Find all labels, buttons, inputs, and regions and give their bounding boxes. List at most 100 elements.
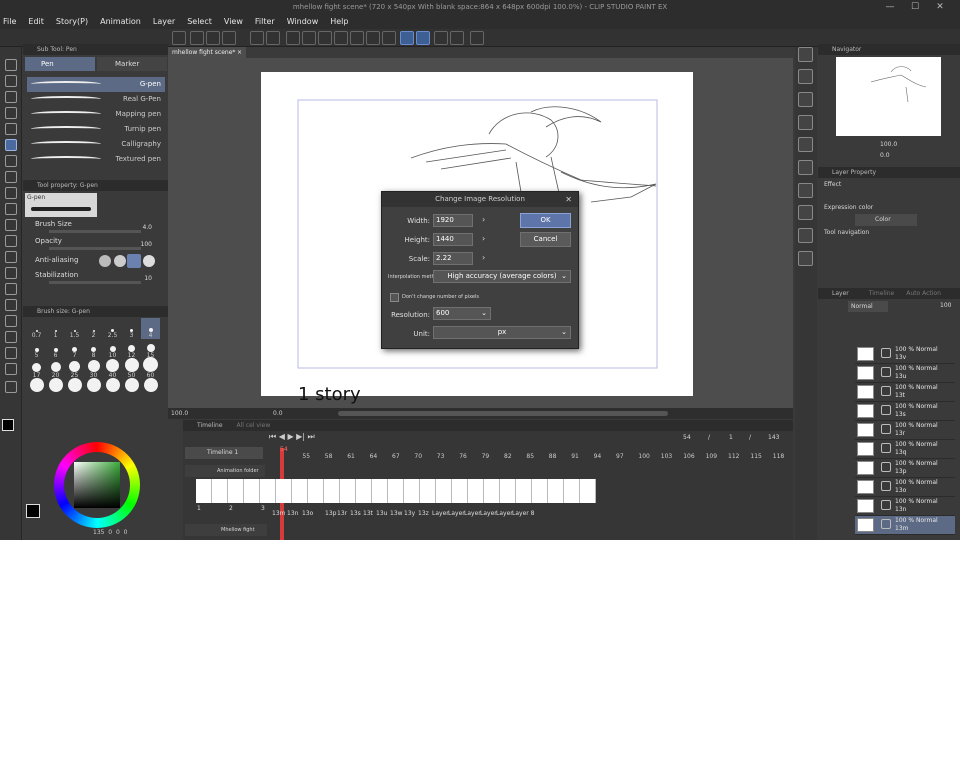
- zoom-icon[interactable]: [5, 59, 17, 71]
- timeline-frame-cell[interactable]: [516, 479, 532, 503]
- layer-row[interactable]: 100 % Normal 13p: [855, 459, 955, 478]
- balloon-icon[interactable]: [5, 347, 17, 359]
- timeline-frame-cell[interactable]: [244, 479, 260, 503]
- pencil-icon[interactable]: [5, 155, 17, 167]
- frame-border-icon[interactable]: [5, 299, 17, 311]
- open-icon[interactable]: [206, 31, 220, 45]
- timeline-frame-cell[interactable]: [372, 479, 388, 503]
- pen-item-real-g-pen[interactable]: Real G-Pen: [27, 92, 165, 107]
- save-icon[interactable]: [222, 31, 236, 45]
- brush-size-25[interactable]: 25: [65, 358, 84, 379]
- brush-size-120[interactable]: [84, 378, 103, 392]
- timeline-frame-cell[interactable]: [500, 479, 516, 503]
- brush-size-4[interactable]: 4: [141, 318, 160, 339]
- pen-item-g-pen[interactable]: G-pen: [27, 77, 165, 92]
- timeline-frame-cell[interactable]: [356, 479, 372, 503]
- timeline-frame-cell[interactable]: [468, 479, 484, 503]
- tab-marker[interactable]: Marker: [97, 57, 167, 71]
- brush-size-8[interactable]: 8: [84, 338, 103, 359]
- cancel-button[interactable]: Cancel: [520, 232, 571, 247]
- expression-color-select[interactable]: Color: [855, 214, 917, 226]
- pen-item-mapping-pen[interactable]: Mapping pen: [27, 107, 165, 122]
- brush-size-200[interactable]: [141, 378, 160, 392]
- timeline-tab[interactable]: Timeline: [869, 290, 895, 297]
- layer-row[interactable]: 100 % Normal 13q: [855, 440, 955, 459]
- brush-size-50[interactable]: 50: [122, 358, 141, 379]
- snap-grid-icon[interactable]: [434, 31, 448, 45]
- timeline-frame-cell[interactable]: [276, 479, 292, 503]
- brush-size-12[interactable]: 12: [122, 338, 141, 359]
- hand-icon[interactable]: [5, 75, 17, 87]
- decoration-icon[interactable]: [5, 203, 17, 215]
- opacity-property[interactable]: Opacity 100: [27, 237, 160, 252]
- loading-icon[interactable]: [286, 31, 300, 45]
- companion-icon[interactable]: [470, 31, 484, 45]
- brush-size-100[interactable]: [65, 378, 84, 392]
- timeline-frame-cell[interactable]: [420, 479, 436, 503]
- document-tab[interactable]: mhellow fight scene* ×: [168, 47, 246, 58]
- new-file-icon[interactable]: [190, 31, 204, 45]
- brush-size-15[interactable]: 15: [141, 338, 160, 359]
- stabilization-slider[interactable]: [49, 281, 141, 284]
- select-layer-icon[interactable]: [5, 107, 17, 119]
- menu-layer[interactable]: Layer: [147, 15, 181, 29]
- panel-icon-2[interactable]: [798, 92, 813, 107]
- nav-zoom[interactable]: 100.0: [880, 141, 897, 148]
- eraser-icon[interactable]: [5, 219, 17, 231]
- zoom-value[interactable]: 100.0: [171, 410, 188, 417]
- timeline-frame-cell[interactable]: [212, 479, 228, 503]
- layer-row[interactable]: 100 % Normal 13u: [855, 364, 955, 383]
- layer-tab[interactable]: Layer: [832, 290, 849, 297]
- menu-story[interactable]: Story(P): [50, 15, 94, 29]
- pen-item-turnip-pen[interactable]: Turnip pen: [27, 122, 165, 137]
- brush-size-80[interactable]: [46, 378, 65, 392]
- brush-size-1-5[interactable]: 1.5: [65, 318, 84, 339]
- timeline-frame-cell[interactable]: [196, 479, 212, 503]
- brush-size-2-5[interactable]: 2.5: [103, 318, 122, 339]
- blend-mode-select[interactable]: Normal: [848, 301, 888, 312]
- aa-medium-icon[interactable]: [127, 254, 141, 268]
- deselect-icon[interactable]: [350, 31, 364, 45]
- layer-row[interactable]: 100 % Normal 13r: [855, 421, 955, 440]
- lasso-icon[interactable]: [5, 123, 17, 135]
- timeline-frame-cell[interactable]: [388, 479, 404, 503]
- timeline-frame-cell[interactable]: [548, 479, 564, 503]
- dialog-close-icon[interactable]: ✕: [565, 192, 572, 207]
- gradient-icon[interactable]: [5, 267, 17, 279]
- timeline-frame-cell[interactable]: [564, 479, 580, 503]
- brush-size-60[interactable]: 60: [141, 357, 160, 379]
- brush-size-70[interactable]: [27, 378, 46, 392]
- brush-size-3[interactable]: 3: [122, 318, 141, 339]
- hue-ring[interactable]: [54, 442, 140, 528]
- brush-size-40[interactable]: 40: [103, 358, 122, 379]
- invert-selection-icon[interactable]: [366, 31, 380, 45]
- timeline-frame-cell[interactable]: [532, 479, 548, 503]
- timeline-frame-cell[interactable]: [228, 479, 244, 503]
- brush-size-170[interactable]: [122, 378, 141, 392]
- brush-icon[interactable]: [5, 187, 17, 199]
- move-icon[interactable]: [5, 91, 17, 103]
- aa-weak-icon[interactable]: [114, 255, 126, 267]
- document-tab-close[interactable]: ×: [237, 47, 242, 58]
- navigator-preview[interactable]: [836, 57, 941, 136]
- height-input[interactable]: 1440: [433, 233, 473, 246]
- layer-row[interactable]: 100 % Normal 13t: [855, 383, 955, 402]
- menu-view[interactable]: View: [218, 15, 249, 29]
- menu-help[interactable]: Help: [324, 15, 354, 29]
- brush-size-10[interactable]: 10: [103, 338, 122, 359]
- snap-special-ruler-icon[interactable]: [416, 31, 430, 45]
- brush-size-5[interactable]: 5: [27, 338, 46, 359]
- opacity-slider[interactable]: [49, 247, 141, 250]
- brush-size-30[interactable]: 30: [84, 358, 103, 379]
- panel-icon-5[interactable]: [798, 160, 813, 175]
- snap-ruler-icon[interactable]: [400, 31, 414, 45]
- auto-action-tab[interactable]: Auto Action: [906, 290, 941, 297]
- aa-none-icon[interactable]: [99, 255, 111, 267]
- brush-size-6[interactable]: 6: [46, 338, 65, 359]
- horizontal-scrollbar[interactable]: [338, 411, 668, 416]
- panel-icon-3[interactable]: [798, 115, 813, 130]
- brush-size-17[interactable]: 17: [27, 358, 46, 379]
- search-icon[interactable]: [798, 47, 813, 62]
- fill-tool-icon[interactable]: [5, 251, 17, 263]
- menu-filter[interactable]: Filter: [249, 15, 281, 29]
